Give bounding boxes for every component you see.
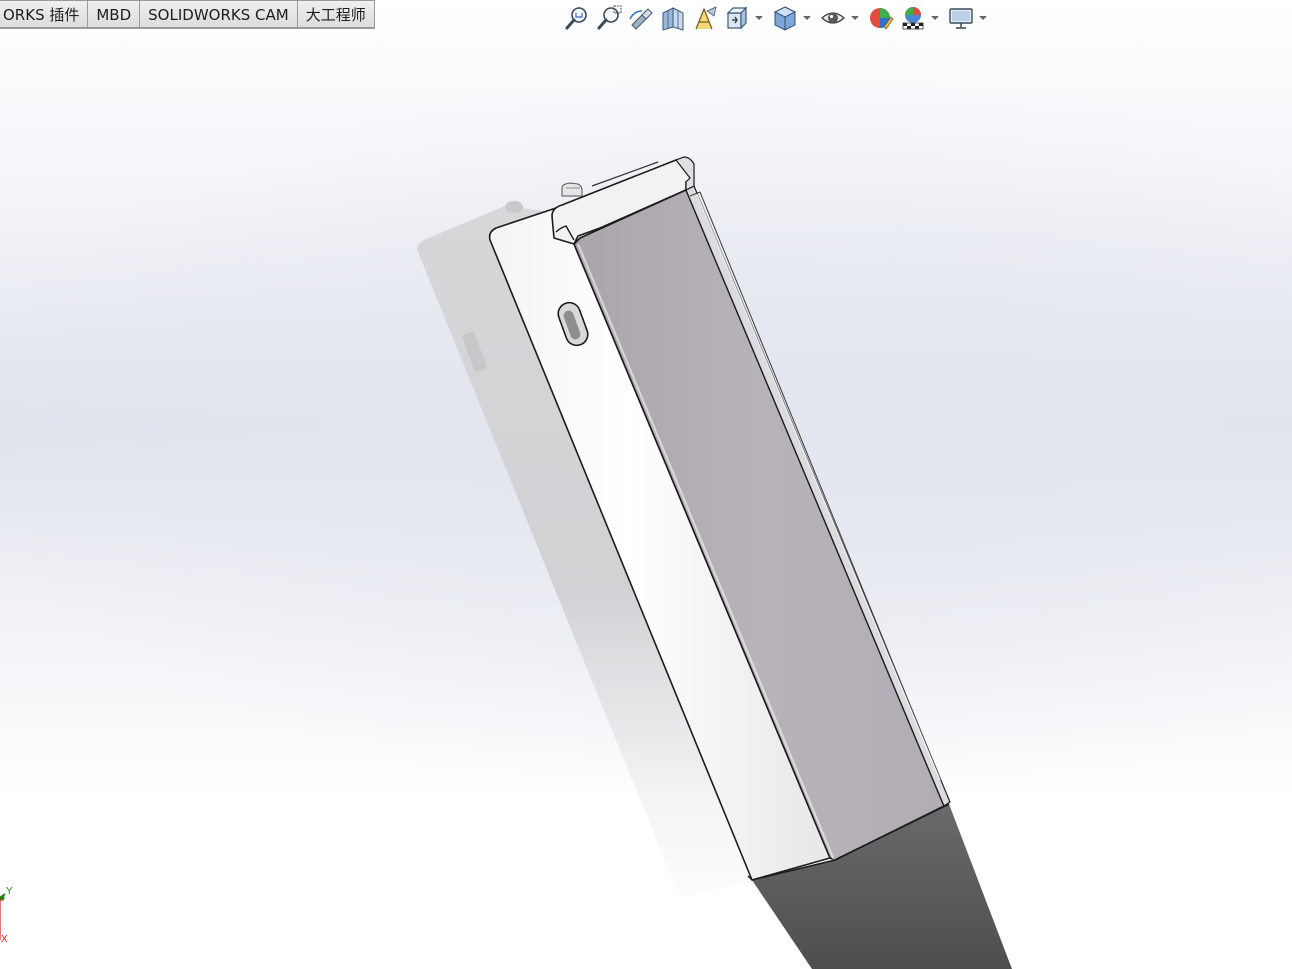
apply-scene-dropdown[interactable] <box>930 3 940 33</box>
graphics-viewport[interactable] <box>0 0 1292 969</box>
view-orientation-icon <box>726 6 748 30</box>
section-view-button[interactable] <box>658 3 688 33</box>
chevron-down-icon <box>755 16 763 20</box>
edit-appearance-button[interactable] <box>866 3 896 33</box>
heads-up-view-toolbar <box>562 3 992 33</box>
previous-view-button[interactable] <box>626 3 656 33</box>
display-style-dropdown[interactable] <box>802 3 812 33</box>
top-boss <box>561 182 583 197</box>
view-orientation-button[interactable] <box>722 3 752 33</box>
view-orientation-dropdown[interactable] <box>754 3 764 33</box>
zoom-to-area-icon <box>597 5 622 30</box>
chevron-down-icon <box>851 16 859 20</box>
chevron-down-icon <box>803 16 811 20</box>
triad-x-label: X <box>1 934 8 945</box>
reference-triad[interactable]: Y X <box>0 880 30 960</box>
chevron-down-icon <box>931 16 939 20</box>
edit-appearance-icon <box>870 8 894 30</box>
triad-y-label: Y <box>6 886 13 897</box>
hide-show-items-icon <box>821 12 845 24</box>
zoom-to-fit-icon <box>565 7 587 30</box>
zoom-to-fit-button[interactable] <box>562 3 592 33</box>
dynamic-annotation-views-button[interactable] <box>690 3 720 33</box>
hide-show-items-button[interactable] <box>818 3 848 33</box>
apply-scene-icon <box>902 7 924 30</box>
chevron-down-icon <box>979 16 987 20</box>
zoom-to-area-button[interactable] <box>594 3 624 33</box>
tab-da-gongchengshi[interactable]: 大工程师 <box>297 0 375 28</box>
apply-scene-button[interactable] <box>898 3 928 33</box>
display-style-button[interactable] <box>770 3 800 33</box>
view-settings-button[interactable] <box>946 3 976 33</box>
tab-mbd[interactable]: MBD <box>88 0 141 28</box>
view-settings-dropdown[interactable] <box>978 3 988 33</box>
command-manager-tabs: ORKS 插件 MBD SOLIDWORKS CAM 大工程师 <box>0 0 375 29</box>
previous-view-icon <box>629 8 653 30</box>
hide-show-items-dropdown[interactable] <box>850 3 860 33</box>
triad-axes <box>0 893 6 940</box>
tab-solidworks-addins[interactable]: ORKS 插件 <box>0 0 89 28</box>
display-style-icon <box>773 6 797 31</box>
section-view-icon <box>662 7 684 31</box>
dynamic-annotation-views-icon <box>695 6 717 30</box>
tab-solidworks-cam[interactable]: SOLIDWORKS CAM <box>140 0 298 28</box>
view-settings-icon <box>949 8 973 29</box>
